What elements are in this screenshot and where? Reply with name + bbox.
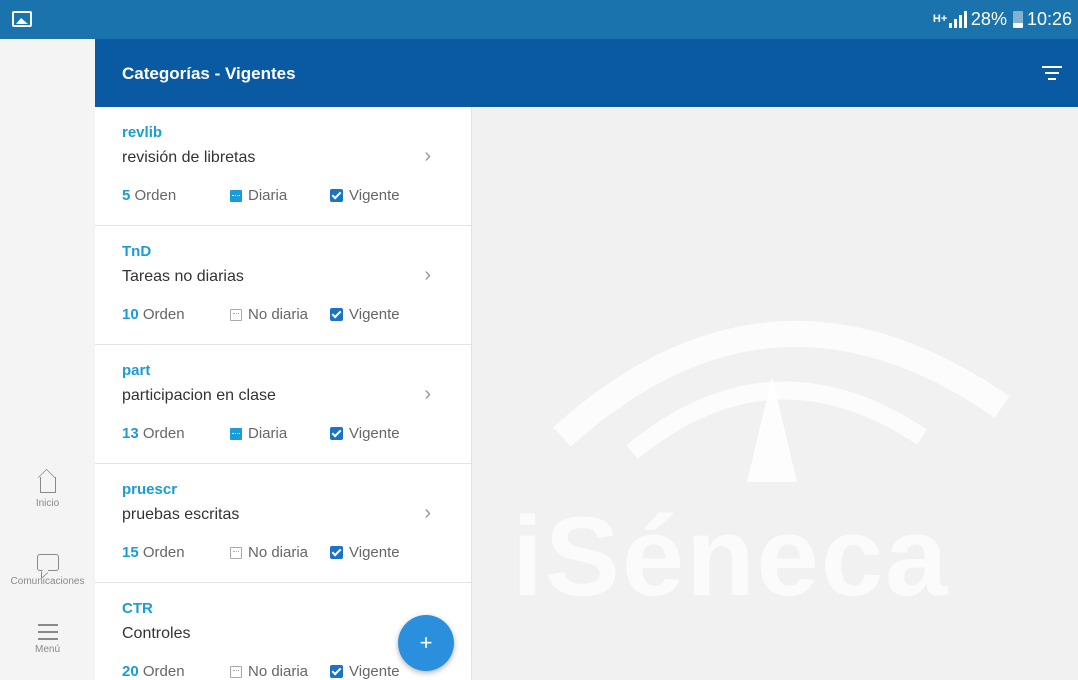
frequency-info: No diaria bbox=[230, 663, 330, 680]
status-info: Vigente bbox=[330, 663, 400, 680]
nav-inicio-label: Inicio bbox=[35, 498, 60, 509]
filter-icon[interactable] bbox=[1042, 66, 1062, 80]
calendar-icon bbox=[230, 427, 242, 440]
order-label: Orden bbox=[134, 187, 177, 204]
category-meta: 15 Orden No diaria Vigente bbox=[122, 544, 400, 561]
list-item[interactable]: revlib revisión de libretas › 5 Orden Di… bbox=[95, 107, 471, 226]
battery-percent: 28% bbox=[970, 8, 1007, 29]
chevron-right-icon: › bbox=[424, 502, 431, 524]
nav-menu[interactable]: Menú bbox=[0, 624, 95, 655]
order-number: 5 bbox=[122, 187, 131, 204]
calendar-icon bbox=[230, 189, 242, 202]
order-info: 15 Orden bbox=[122, 544, 230, 561]
nav-menu-label: Menú bbox=[34, 644, 60, 655]
chat-icon bbox=[36, 554, 59, 571]
category-meta: 10 Orden No diaria Vigente bbox=[122, 306, 400, 323]
chevron-right-icon: › bbox=[424, 383, 431, 405]
frequency-label: No diaria bbox=[248, 544, 309, 561]
category-code: part bbox=[122, 362, 151, 379]
category-description: Controles bbox=[122, 625, 191, 642]
checkbox-checked-icon bbox=[330, 665, 343, 678]
checkbox-checked-icon bbox=[330, 546, 343, 559]
frequency-info: No diaria bbox=[230, 306, 330, 323]
frequency-label: No diaria bbox=[248, 306, 309, 323]
category-meta: 5 Orden Diaria Vigente bbox=[122, 187, 400, 204]
list-item[interactable]: pruescr pruebas escritas › 15 Orden No d… bbox=[95, 464, 471, 583]
order-label: Orden bbox=[142, 663, 185, 680]
order-number: 15 bbox=[122, 544, 139, 561]
status-label: Vigente bbox=[349, 187, 400, 204]
add-category-button[interactable]: + bbox=[398, 615, 454, 671]
category-description: pruebas escritas bbox=[122, 506, 240, 523]
chevron-right-icon: › bbox=[424, 264, 431, 286]
order-info: 20 Orden bbox=[122, 663, 230, 680]
category-code: CTR bbox=[122, 600, 153, 617]
frequency-info: No diaria bbox=[230, 544, 330, 561]
calendar-icon bbox=[230, 665, 242, 678]
detail-panel: iSéneca bbox=[472, 107, 1078, 680]
app-header: Categorías - Vigentes bbox=[95, 39, 1078, 107]
order-label: Orden bbox=[142, 544, 185, 561]
order-label: Orden bbox=[142, 306, 185, 323]
category-description: revisión de libretas bbox=[122, 149, 256, 166]
network-type-icon: H+ bbox=[932, 12, 948, 25]
order-info: 10 Orden bbox=[122, 306, 230, 323]
status-label: Vigente bbox=[349, 425, 400, 442]
home-icon bbox=[39, 477, 56, 493]
checkbox-checked-icon bbox=[330, 308, 343, 321]
watermark-text: iSéneca bbox=[512, 494, 950, 619]
nav-comunicaciones[interactable]: Comunicaciones bbox=[0, 554, 95, 587]
gallery-icon bbox=[12, 11, 32, 27]
status-label: Vigente bbox=[349, 663, 400, 680]
frequency-info: Diaria bbox=[230, 425, 330, 442]
category-code: revlib bbox=[122, 124, 163, 141]
frequency-info: Diaria bbox=[230, 187, 330, 204]
category-meta: 13 Orden Diaria Vigente bbox=[122, 425, 400, 442]
checkbox-checked-icon bbox=[330, 427, 343, 440]
status-info: Vigente bbox=[330, 306, 400, 323]
calendar-icon bbox=[230, 308, 242, 321]
status-info: Vigente bbox=[330, 425, 400, 442]
signal-icon bbox=[948, 10, 967, 28]
nav-rail: Inicio Comunicaciones Menú bbox=[0, 39, 95, 680]
order-number: 13 bbox=[122, 425, 139, 442]
frequency-label: Diaria bbox=[248, 425, 288, 442]
category-list: revlib revisión de libretas › 5 Orden Di… bbox=[95, 107, 472, 680]
list-item[interactable]: part participacion en clase › 13 Orden D… bbox=[95, 345, 471, 464]
order-number: 20 bbox=[122, 663, 139, 680]
page-title: Categorías - Vigentes bbox=[122, 64, 296, 83]
status-label: Vigente bbox=[349, 306, 400, 323]
category-code: pruescr bbox=[122, 481, 178, 498]
category-code: TnD bbox=[122, 243, 152, 260]
status-label: Vigente bbox=[349, 544, 400, 561]
menu-icon bbox=[37, 624, 58, 640]
chevron-right-icon: › bbox=[424, 145, 431, 167]
checkbox-checked-icon bbox=[330, 189, 343, 202]
order-number: 10 bbox=[122, 306, 139, 323]
frequency-label: Diaria bbox=[248, 187, 288, 204]
order-info: 5 Orden bbox=[122, 187, 230, 204]
frequency-label: No diaria bbox=[248, 663, 309, 680]
clock: 10:26 bbox=[1026, 8, 1072, 29]
category-description: participacion en clase bbox=[122, 387, 276, 404]
list-item[interactable]: TnD Tareas no diarias › 10 Orden No diar… bbox=[95, 226, 471, 345]
status-indicators: H+ 28% 10:26 bbox=[933, 8, 1072, 30]
category-meta: 20 Orden No diaria Vigente bbox=[122, 663, 400, 680]
nav-comunicaciones-label: Comunicaciones bbox=[10, 576, 85, 587]
order-info: 13 Orden bbox=[122, 425, 230, 442]
calendar-icon bbox=[230, 546, 242, 559]
status-info: Vigente bbox=[330, 544, 400, 561]
status-info: Vigente bbox=[330, 187, 400, 204]
status-bar: H+ 28% 10:26 bbox=[0, 0, 1078, 39]
nav-inicio[interactable]: Inicio bbox=[0, 469, 95, 509]
battery-icon bbox=[1012, 10, 1023, 28]
order-label: Orden bbox=[142, 425, 185, 442]
category-description: Tareas no diarias bbox=[122, 268, 244, 285]
